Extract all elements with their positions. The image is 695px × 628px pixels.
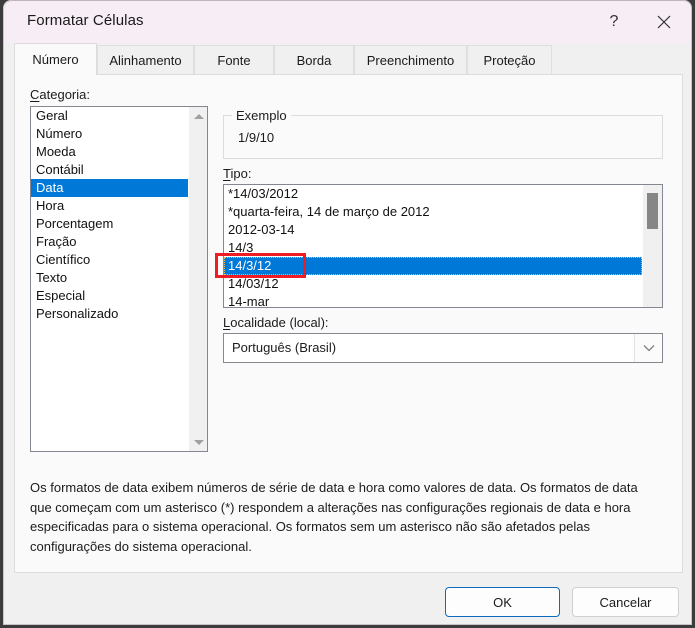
categoria-item-texto[interactable]: Texto (31, 269, 188, 287)
tipo-item-3[interactable]: 14/3 (224, 239, 662, 257)
localidade-label-rest: ocalidade (local): (230, 315, 329, 330)
categoria-item-numero[interactable]: Número (31, 125, 188, 143)
dialog-title: Formatar Células (27, 12, 144, 29)
categoria-item-list: Geral Número Moeda Contábil Data Hora Po… (31, 107, 188, 323)
categoria-item-especial[interactable]: Especial (31, 287, 188, 305)
tab-protecao[interactable]: Proteção (467, 45, 552, 74)
tab-strip: Número Alinhamento Fonte Borda Preenchim… (4, 43, 691, 75)
title-bar: Formatar Células ? (4, 0, 691, 43)
localidade-combobox[interactable]: Português (Brasil) (223, 333, 663, 363)
help-icon[interactable]: ? (591, 1, 637, 43)
ok-button[interactable]: OK (445, 587, 560, 617)
categoria-item-hora[interactable]: Hora (31, 197, 188, 215)
categoria-item-contabil[interactable]: Contábil (31, 161, 188, 179)
tipo-label-rest: ipo: (230, 166, 252, 181)
categoria-listbox[interactable]: Geral Número Moeda Contábil Data Hora Po… (30, 106, 208, 452)
scroll-up-icon[interactable] (189, 107, 207, 125)
categoria-item-moeda[interactable]: Moeda (31, 143, 188, 161)
categoria-item-fracao[interactable]: Fração (31, 233, 188, 251)
categoria-item-data[interactable]: Data (31, 179, 188, 197)
tipo-item-5[interactable]: 14/03/12 (224, 275, 662, 293)
tab-borda[interactable]: Borda (274, 45, 354, 74)
tipo-scrollbar[interactable] (643, 185, 662, 307)
tipo-item-0[interactable]: *14/03/2012 (224, 185, 662, 203)
cancel-button[interactable]: Cancelar (572, 587, 679, 617)
format-cells-dialog: Formatar Células ? Número Alinhamento Fo… (3, 0, 692, 625)
tipo-item-1[interactable]: *quarta-feira, 14 de março de 2012 (224, 203, 662, 221)
categoria-label-accel: C (30, 87, 40, 102)
tab-alinhamento[interactable]: Alinhamento (97, 45, 194, 74)
tipo-label: Tipo: (223, 166, 251, 181)
close-icon[interactable] (641, 1, 687, 43)
categoria-scrollbar[interactable] (188, 107, 207, 451)
tab-preenchimento[interactable]: Preenchimento (354, 45, 467, 74)
localidade-label: Localidade (local): (223, 315, 329, 330)
categoria-item-cientifico[interactable]: Científico (31, 251, 188, 269)
tipo-item-6[interactable]: 14-mar (224, 293, 662, 307)
help-glyph: ? (609, 13, 619, 30)
categoria-label: Categoria: (30, 87, 90, 102)
tipo-scrollbar-thumb[interactable] (647, 193, 658, 229)
tab-numero[interactable]: Número (14, 43, 97, 75)
exemplo-value: 1/9/10 (238, 130, 275, 145)
tipo-item-4[interactable]: 14/3/12 (224, 257, 642, 275)
tipo-listbox[interactable]: *14/03/2012 *quarta-feira, 14 de março d… (223, 184, 663, 308)
categoria-item-porcentagem[interactable]: Porcentagem (31, 215, 188, 233)
chevron-down-icon[interactable] (634, 334, 662, 362)
categoria-item-geral[interactable]: Geral (31, 107, 188, 125)
tab-fonte[interactable]: Fonte (194, 45, 274, 74)
localidade-selected-value: Português (Brasil) (232, 340, 337, 355)
exemplo-legend: Exemplo (232, 108, 291, 123)
scroll-down-icon[interactable] (189, 433, 207, 451)
dialog-footer: OK Cancelar (4, 574, 691, 624)
categoria-label-rest: ategoria: (39, 87, 90, 102)
tipo-item-2[interactable]: 2012-03-14 (224, 221, 662, 239)
categoria-item-personalizado[interactable]: Personalizado (31, 305, 188, 323)
format-description-text: Os formatos de data exibem números de sé… (30, 480, 638, 554)
